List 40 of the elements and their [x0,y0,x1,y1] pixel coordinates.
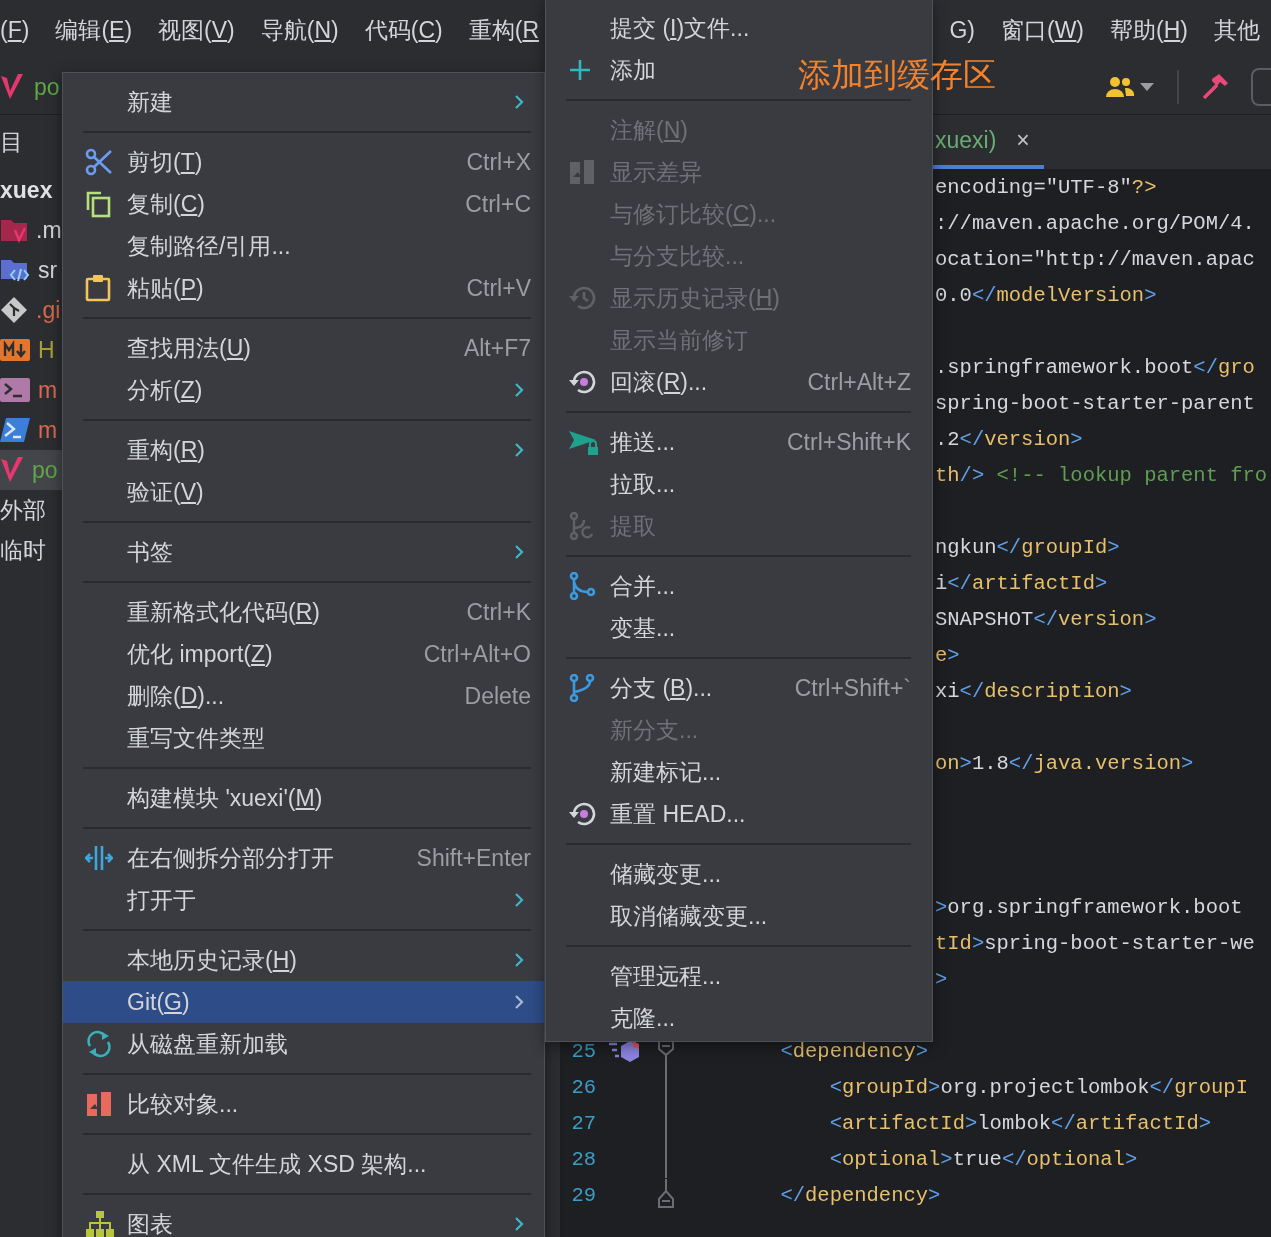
code-line: </dependency> [779,1183,941,1207]
code-line: <artifactId>lombok</artifactId> [828,1111,1212,1135]
code-line: <dependency> [779,1039,929,1063]
code-line: .springframework.boot</gro [935,355,1255,379]
shortcut-text: Ctrl+Alt+O [423,639,531,669]
shortcut-text: Ctrl+K [466,597,531,627]
line-number: 28 [570,1146,597,1173]
code-line: spring-boot-starter-parent [935,391,1255,415]
code-line: on>1.8</java.version> [935,751,1194,775]
line-number: 26 [570,1074,597,1101]
code-line: <groupId>org.projectlombok</groupI [828,1075,1248,1099]
code-line: ocation="http://maven.apac [935,247,1255,271]
shortcut-text: Ctrl+Shift+K [787,427,911,457]
shortcut-text: Alt+F7 [463,333,531,363]
code-line: encoding="UTF-8"?> [935,175,1157,199]
code-line: th/> <!-- lookup parent fro [935,463,1268,487]
code-line: .2</version> [935,427,1083,451]
shortcut-text: Ctrl+Alt+Z [807,367,911,397]
shortcut-text: Ctrl+Shift+` [794,673,911,703]
line-number: 25 [570,1038,597,1065]
code-line: i</artifactId> [935,571,1108,595]
code-line: <optional>true</optional> [828,1147,1138,1171]
panel-title: 目 [0,128,23,158]
code-line: xi</description> [935,679,1132,703]
code-line: ://maven.apache.org/POM/4. [935,211,1255,235]
code-line: 0.0</modelVersion> [935,283,1157,307]
code-line: > [935,967,948,991]
shortcut-text: Delete [464,681,531,711]
code-line: e> [935,643,960,667]
code-line: ngkun</groupId> [935,535,1120,559]
shortcut-text: Shift+Enter [416,843,531,873]
line-number: 27 [570,1110,597,1137]
shortcut-text: Ctrl+V [466,273,531,303]
shortcut-text: Ctrl+C [465,189,531,219]
code-line: >org.springframework.boot [935,895,1243,919]
code-line: tId>spring-boot-starter-we [935,931,1255,955]
code-line: SNAPSHOT</version> [935,607,1157,631]
line-number: 29 [570,1182,597,1209]
shortcut-text: Ctrl+X [466,147,531,177]
annotation-text: 添加到缓存区 [798,55,996,95]
